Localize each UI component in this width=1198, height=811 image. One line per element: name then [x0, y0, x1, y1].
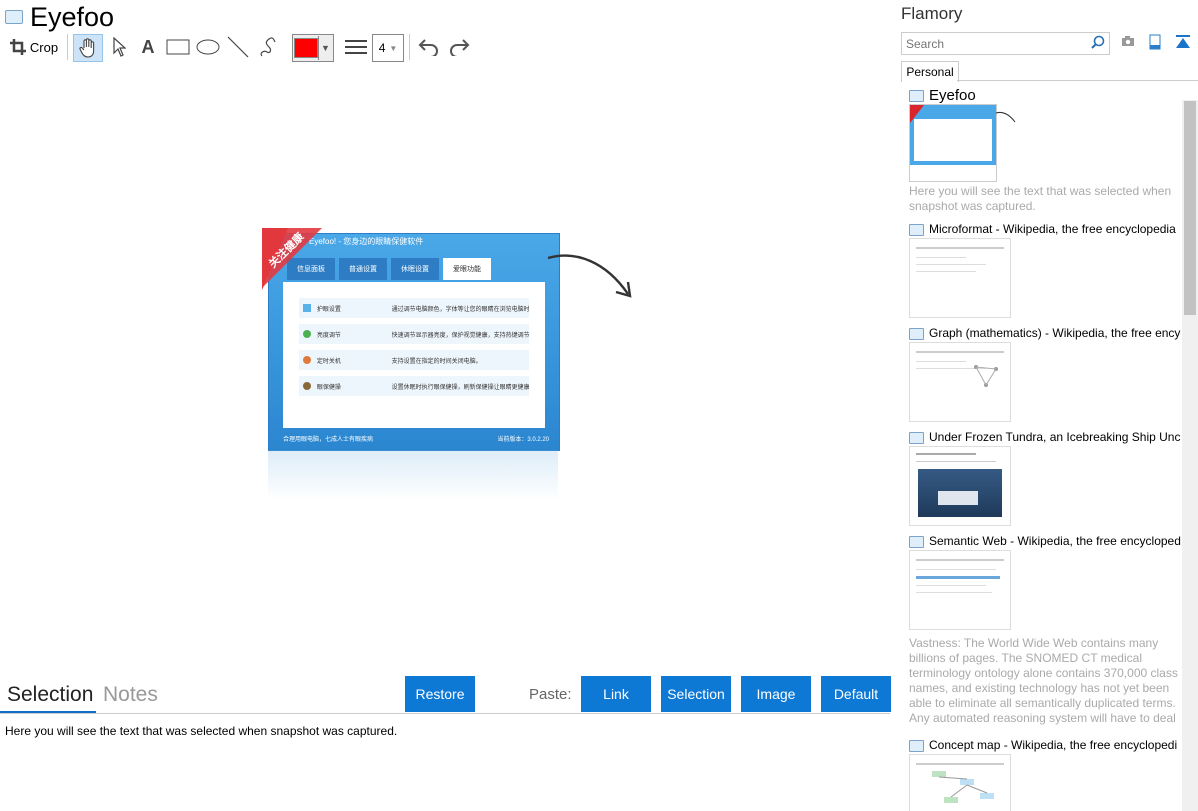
hand-icon: [79, 38, 95, 58]
list-item[interactable]: Eyefoo Here you will see the text that w…: [909, 87, 1182, 214]
camera-icon[interactable]: [1121, 35, 1135, 47]
item-title: Microformat - Wikipedia, the free encycl…: [929, 222, 1176, 236]
captured-tabs: 信息面板 普通设置 休眠设置 爱眼功能: [287, 258, 547, 282]
toolbar-divider: [67, 34, 68, 60]
rectangle-tool-button[interactable]: [165, 34, 191, 60]
sidebar-title: Flamory: [901, 4, 963, 23]
captured-row: 护眼设置通过调节电脑颜色，字体等让您的眼睛在浏览电脑时更加舒适。: [299, 298, 529, 318]
tab-notes[interactable]: Notes: [103, 683, 158, 707]
item-title: Under Frozen Tundra, an Icebreaking Ship…: [929, 430, 1181, 444]
freehand-tool-button[interactable]: [256, 34, 280, 60]
captured-window-title: Eyefoo! - 您身边的眼睛保健软件: [309, 237, 424, 246]
redo-button[interactable]: [446, 34, 472, 60]
flamory-sidebar: Flamory Personal Eyefoo Here you will se…: [895, 0, 1198, 811]
captured-footer-right: 当前版本：3.0.2.20: [497, 437, 549, 443]
item-title: Eyefoo: [929, 87, 976, 104]
snapshot-title: Eyefoo: [30, 2, 115, 32]
ellipse-tool-button[interactable]: [195, 34, 221, 60]
chevron-down-icon: ▼: [317, 36, 333, 60]
line-width-select[interactable]: 4 ▼: [372, 34, 404, 62]
search-box: [901, 32, 1110, 55]
tab-selection[interactable]: Selection: [7, 683, 93, 707]
item-thumbnail: [909, 342, 1011, 422]
captured-row: 定时关机 支持设置在指定的时间关闭电脑。: [299, 350, 529, 370]
crop-label: Crop: [29, 39, 59, 55]
list-item[interactable]: Concept map - Wikipedia, the free encycl…: [909, 738, 1182, 811]
toolbar-divider: [409, 34, 410, 60]
ellipse-icon: [196, 39, 220, 55]
snapshot-editor: Eyefoo Crop A ▼ 4 ▼ Eyefoo! - 您身边的眼睛保健软件…: [0, 0, 895, 811]
captured-row: 亮度调节 快速调节显示器亮度，保护视觉健康，支持热键调节。: [299, 324, 529, 344]
line-width-icon: [343, 34, 369, 60]
page-icon: [909, 90, 924, 102]
item-title: Concept map - Wikipedia, the free encycl…: [929, 738, 1178, 752]
crop-button[interactable]: Crop: [5, 34, 63, 60]
captured-row: 眼保健操 设置休眠时执行眼保健操，刷新保健操让眼睛更健康。: [299, 376, 529, 396]
divider: [0, 713, 890, 714]
line-width-value: 4: [378, 41, 386, 55]
item-thumbnail: [909, 104, 997, 182]
image-reflection: [268, 450, 558, 500]
collapse-top-icon[interactable]: [1175, 34, 1191, 50]
list-item[interactable]: Graph (mathematics) - Wikipedia, the fre…: [909, 326, 1182, 422]
color-swatch: [293, 38, 318, 58]
document-icon[interactable]: [1149, 34, 1161, 50]
search-icon[interactable]: [1091, 35, 1105, 49]
item-thumbnail: [909, 550, 1011, 630]
captured-tab-active: 爱眼功能: [443, 258, 491, 280]
undo-button[interactable]: [416, 34, 442, 60]
paste-link-button[interactable]: Link: [581, 676, 651, 712]
arrow-annotation: [547, 254, 632, 298]
rectangle-icon: [166, 39, 190, 55]
tab-personal[interactable]: Personal: [901, 61, 959, 82]
page-icon: [909, 740, 924, 752]
item-thumbnail: [909, 446, 1011, 526]
paste-default-button[interactable]: Default: [821, 676, 891, 712]
page-icon: [909, 536, 924, 548]
page-icon: [909, 432, 924, 444]
item-thumbnail: [909, 754, 1011, 811]
search-input[interactable]: [904, 34, 1088, 53]
app-icon: [5, 10, 23, 24]
paste-image-button[interactable]: Image: [741, 676, 811, 712]
captured-tab: 休眠设置: [391, 258, 439, 280]
captured-panel: 护眼设置通过调节电脑颜色，字体等让您的眼睛在浏览电脑时更加舒适。 亮度调节快速调…: [283, 282, 545, 428]
chevron-down-icon: ▼: [389, 43, 398, 53]
selection-text: Here you will see the text that was sele…: [5, 724, 398, 738]
pointer-icon: [113, 37, 126, 57]
pointer-tool-button[interactable]: [107, 34, 131, 60]
undo-icon: [418, 39, 438, 56]
divider: [957, 80, 1198, 81]
list-item[interactable]: Under Frozen Tundra, an Icebreaking Ship…: [909, 430, 1182, 526]
captured-footer-left: 合理用眼电脑，七成人士有眼疾病: [283, 437, 374, 443]
list-item[interactable]: Semantic Web - Wikipedia, the free encyc…: [909, 534, 1182, 725]
arrow-annotation: [995, 111, 1016, 123]
line-tool-button[interactable]: [226, 34, 250, 60]
paste-label: Paste:: [529, 686, 572, 703]
redo-icon: [450, 39, 470, 56]
snapshot-list: Eyefoo Here you will see the text that w…: [895, 86, 1182, 811]
line-icon: [227, 36, 249, 58]
freehand-icon: [260, 37, 276, 57]
drawing-toolbar: Crop A ▼ 4 ▼: [0, 30, 895, 64]
item-title: Graph (mathematics) - Wikipedia, the fre…: [929, 326, 1181, 340]
list-item[interactable]: Microformat - Wikipedia, the free encycl…: [909, 222, 1182, 318]
page-icon: [909, 224, 924, 236]
scrollbar-thumb[interactable]: [1184, 101, 1196, 315]
item-title: Semantic Web - Wikipedia, the free encyc…: [929, 534, 1181, 548]
page-icon: [909, 328, 924, 340]
color-picker[interactable]: ▼: [292, 34, 334, 62]
text-tool-button[interactable]: A: [136, 34, 160, 60]
text-icon: A: [141, 36, 155, 57]
hand-tool-button[interactable]: [73, 34, 103, 62]
restore-button[interactable]: Restore: [405, 676, 475, 712]
captured-tab: 普通设置: [339, 258, 387, 280]
paste-selection-button[interactable]: Selection: [661, 676, 731, 712]
item-description: Here you will see the text that was sele…: [909, 184, 1172, 213]
item-thumbnail: [909, 238, 1011, 318]
crop-icon: [9, 39, 26, 55]
item-description: Vastness: The World Wide Web contains ma…: [909, 636, 1178, 725]
snapshot-image: Eyefoo! - 您身边的眼睛保健软件 信息面板 普通设置 休眠设置 爱眼功能…: [262, 228, 632, 508]
